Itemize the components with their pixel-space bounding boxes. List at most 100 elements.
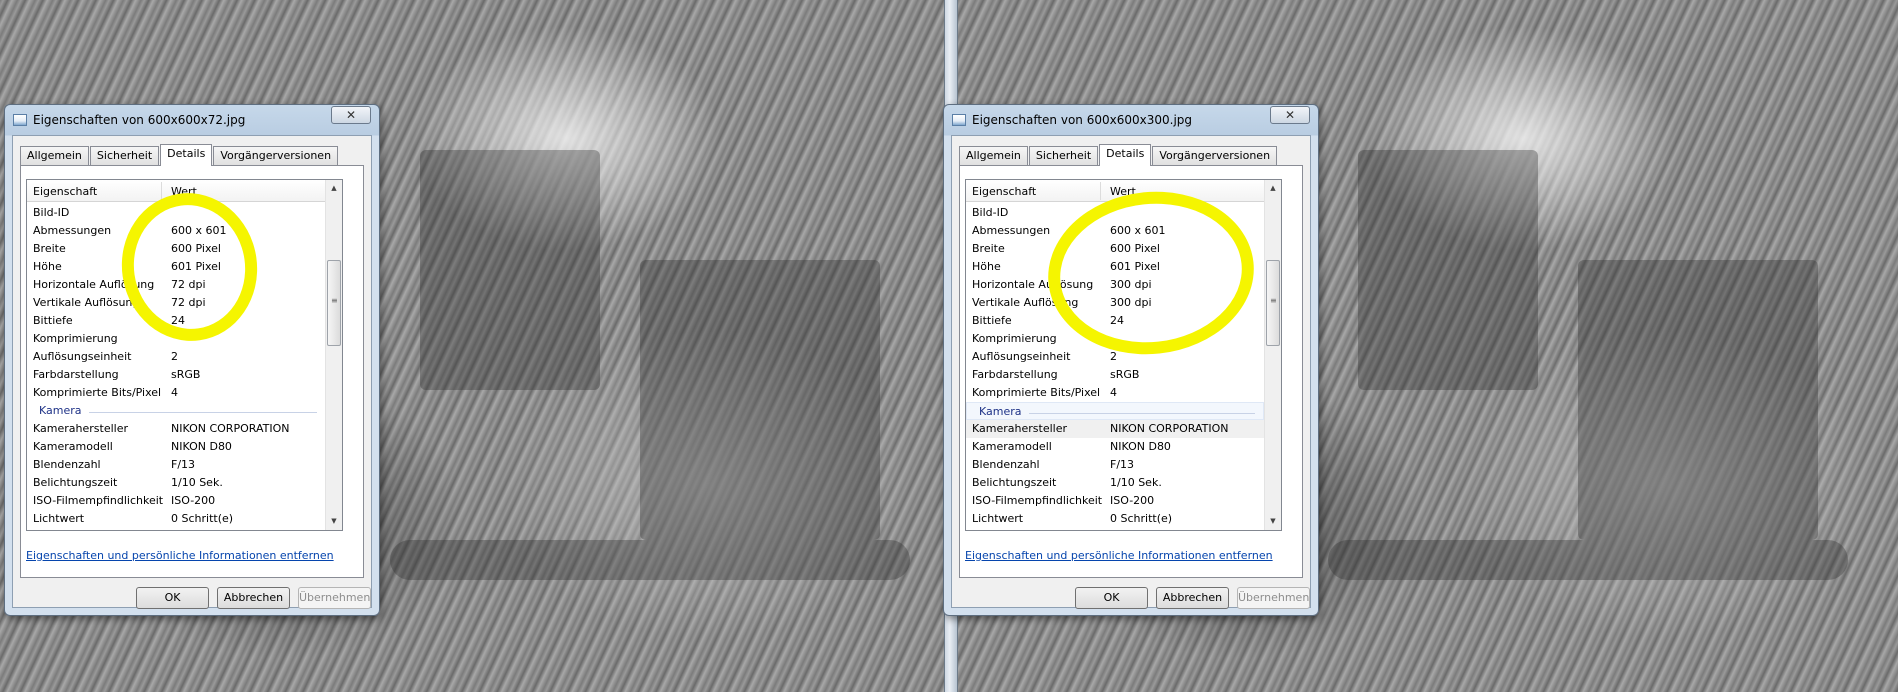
property-value: 4 <box>1110 386 1117 399</box>
scrollbar-thumb[interactable]: ≡ <box>327 260 341 346</box>
scroll-down-arrow-icon[interactable]: ▼ <box>1265 513 1281 530</box>
close-button[interactable]: ✕ <box>331 106 371 124</box>
property-name: Lichtwert <box>33 512 85 525</box>
ship-relief-shape <box>420 150 600 390</box>
tab-general[interactable]: Allgemein <box>959 146 1028 165</box>
property-value: 1/10 Sek. <box>1110 476 1162 489</box>
table-row[interactable]: Kameramodell NIKON D80 <box>966 438 1264 456</box>
dialog-title: Eigenschaften von 600x600x300.jpg <box>972 113 1193 127</box>
properties-dialog-72dpi: Eigenschaften von 600x600x72.jpg ✕ Allge… <box>4 104 380 616</box>
property-value: 4 <box>171 386 178 399</box>
ship-relief-shape <box>1358 150 1538 390</box>
table-row[interactable]: Komprimierte Bits/Pixel 4 <box>966 384 1264 402</box>
close-icon: ✕ <box>345 108 357 122</box>
table-row[interactable]: Blendenzahl F/13 <box>966 456 1264 474</box>
tab-security[interactable]: Sicherheit <box>89 146 160 165</box>
tab-previous-versions[interactable]: Vorgängerversionen <box>213 146 339 165</box>
vertical-scrollbar[interactable]: ▲ ≡ ▼ <box>1264 180 1281 530</box>
vertical-scrollbar[interactable]: ▲ ≡ ▼ <box>325 180 342 530</box>
property-value: sRGB <box>171 368 201 381</box>
tab-details[interactable]: Details <box>160 144 213 166</box>
property-value: sRGB <box>1110 368 1140 381</box>
property-value: NIKON D80 <box>171 440 232 453</box>
table-row[interactable]: Komprimierte Bits/Pixel 4 <box>27 384 325 402</box>
property-value: 0 Schritt(e) <box>1110 512 1173 525</box>
title-bar[interactable]: Eigenschaften von 600x600x300.jpg ✕ <box>944 105 1318 135</box>
apply-button[interactable]: Übernehmen <box>298 587 371 609</box>
image-file-icon <box>952 114 966 126</box>
property-value: 0 Schritt(e) <box>171 512 234 525</box>
property-name: Bittiefe <box>972 314 1012 327</box>
table-row[interactable]: Belichtungszeit 1/10 Sek. <box>27 474 325 492</box>
scroll-up-arrow-icon[interactable]: ▲ <box>1265 180 1281 197</box>
property-value: ISO-200 <box>1110 494 1155 507</box>
property-name: Auflösungseinheit <box>972 350 1071 363</box>
apply-button[interactable]: Übernehmen <box>1237 587 1310 609</box>
column-separator[interactable] <box>161 182 162 200</box>
table-row[interactable]: Lichtwert 0 Schritt(e) <box>27 510 325 528</box>
ship-relief-shape <box>1578 260 1818 540</box>
table-row[interactable]: Kamerahersteller NIKON CORPORATION <box>27 420 325 438</box>
table-row[interactable]: Auflösungseinheit 2 <box>27 348 325 366</box>
property-name: Kameramodell <box>33 440 113 453</box>
property-value: F/13 <box>1110 458 1135 471</box>
column-separator[interactable] <box>1100 182 1101 200</box>
tab-security[interactable]: Sicherheit <box>1028 146 1099 165</box>
tab-general[interactable]: Allgemein <box>20 146 89 165</box>
property-value: 2 <box>1110 350 1117 363</box>
tab-details[interactable]: Details <box>1099 144 1152 166</box>
property-name: Komprimierung <box>33 332 118 345</box>
ok-button[interactable]: OK <box>136 587 209 609</box>
wave-relief-shape <box>390 540 910 580</box>
group-divider-line <box>89 412 317 413</box>
table-row[interactable]: ISO-Filmempfindlichkeit ISO-200 <box>27 492 325 510</box>
property-name: Farbdarstellung <box>972 368 1058 381</box>
group-label: Kamera <box>979 405 1022 418</box>
scroll-down-arrow-icon[interactable]: ▼ <box>326 513 342 530</box>
tab-strip: Allgemein Sicherheit Details Vorgängerve… <box>20 144 339 166</box>
close-icon: ✕ <box>1284 108 1296 122</box>
column-header-property[interactable]: Eigenschaft <box>33 185 97 198</box>
property-name: ISO-Filmempfindlichkeit <box>972 494 1103 507</box>
wave-relief-shape <box>1328 540 1848 580</box>
property-name: Bittiefe <box>33 314 73 327</box>
title-bar[interactable]: Eigenschaften von 600x600x72.jpg ✕ <box>5 105 379 135</box>
table-row[interactable]: Farbdarstellung sRGB <box>27 366 325 384</box>
property-name: Auflösungseinheit <box>33 350 132 363</box>
cancel-button[interactable]: Abbrechen <box>1156 587 1229 609</box>
property-value: 2 <box>171 350 178 363</box>
table-row[interactable]: Farbdarstellung sRGB <box>966 366 1264 384</box>
property-value: ISO-200 <box>171 494 216 507</box>
remove-properties-link[interactable]: Eigenschaften und persönliche Informatio… <box>26 549 334 562</box>
remove-properties-link[interactable]: Eigenschaften und persönliche Informatio… <box>965 549 1273 562</box>
scrollbar-thumb[interactable]: ≡ <box>1266 260 1280 346</box>
group-header-camera[interactable]: Kamera <box>966 402 1264 420</box>
table-row[interactable]: Lichtwert 0 Schritt(e) <box>966 510 1264 528</box>
group-header-camera[interactable]: Kamera <box>27 402 325 420</box>
table-row[interactable]: Belichtungszeit 1/10 Sek. <box>966 474 1264 492</box>
property-value: F/13 <box>171 458 196 471</box>
tab-strip: Allgemein Sicherheit Details Vorgängerve… <box>959 144 1278 166</box>
tab-previous-versions[interactable]: Vorgängerversionen <box>1152 146 1278 165</box>
cancel-button[interactable]: Abbrechen <box>217 587 290 609</box>
column-header-property[interactable]: Eigenschaft <box>972 185 1036 198</box>
ok-button[interactable]: OK <box>1075 587 1148 609</box>
table-row[interactable]: Kameramodell NIKON D80 <box>27 438 325 456</box>
property-name: Komprimierte Bits/Pixel <box>33 386 162 399</box>
scroll-up-arrow-icon[interactable]: ▲ <box>326 180 342 197</box>
property-name: Blendenzahl <box>33 458 101 471</box>
table-row[interactable]: ISO-Filmempfindlichkeit ISO-200 <box>966 492 1264 510</box>
group-label: Kamera <box>39 404 82 417</box>
property-name: Belichtungszeit <box>33 476 118 489</box>
property-value: NIKON CORPORATION <box>1110 422 1229 435</box>
table-row[interactable]: Kamerahersteller NIKON CORPORATION <box>966 420 1264 438</box>
property-value: 1/10 Sek. <box>171 476 223 489</box>
close-button[interactable]: ✕ <box>1270 106 1310 124</box>
property-value: NIKON D80 <box>1110 440 1171 453</box>
property-name: Komprimierung <box>972 332 1057 345</box>
property-name: Höhe <box>972 260 1001 273</box>
table-row[interactable]: Blendenzahl F/13 <box>27 456 325 474</box>
property-name: ISO-Filmempfindlichkeit <box>33 494 164 507</box>
property-value: NIKON CORPORATION <box>171 422 290 435</box>
property-name: Komprimierte Bits/Pixel <box>972 386 1101 399</box>
